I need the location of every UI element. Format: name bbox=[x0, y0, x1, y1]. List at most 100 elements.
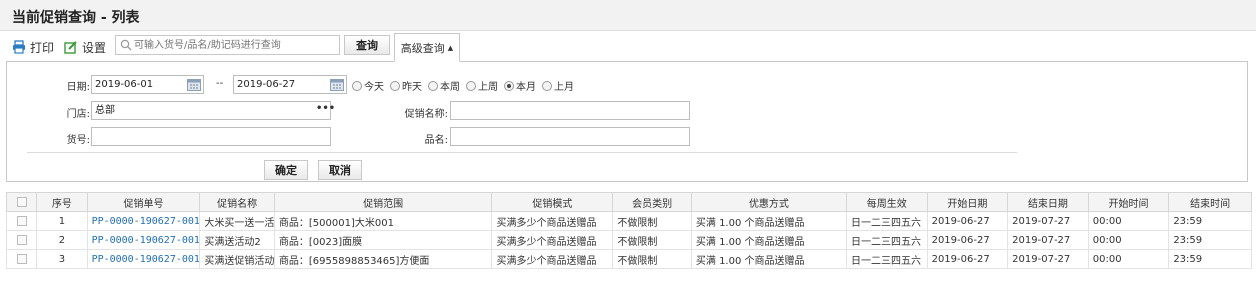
radio-this-month[interactable]: 本月 bbox=[504, 78, 536, 93]
sku-label: 货号: bbox=[66, 135, 90, 146]
table-cell: 日一二三四五六 bbox=[846, 249, 928, 269]
radio-label: 本周 bbox=[440, 82, 460, 93]
table-row[interactable]: 2 PP-0000-190627-0011 买满送活动2 商品：[0023]面膜… bbox=[5, 230, 1252, 250]
column-header[interactable]: 促销范围 bbox=[273, 192, 493, 212]
print-button[interactable]: 打印 bbox=[12, 38, 54, 56]
table-cell: 商品：[500001]大米001 bbox=[273, 211, 493, 231]
table-cell: 大米买一送一活动 bbox=[199, 211, 275, 231]
table-cell: 1 bbox=[36, 211, 88, 231]
search-button[interactable]: 查询 bbox=[344, 35, 390, 55]
radio-yesterday[interactable]: 昨天 bbox=[390, 78, 422, 93]
table-cell: 00:00 bbox=[1087, 249, 1170, 269]
table-cell: 商品：[0023]面膜 bbox=[273, 230, 493, 250]
table-cell: 买满 1.00 个商品送赠品 bbox=[690, 211, 848, 231]
radio-dot bbox=[352, 80, 362, 91]
calendar-icon[interactable] bbox=[330, 78, 344, 91]
edit-icon bbox=[64, 41, 77, 54]
advanced-search-label: 高级查询 bbox=[400, 41, 445, 55]
date-label: 日期: bbox=[66, 82, 90, 93]
date-to-value: 2019-06-27 bbox=[237, 79, 296, 90]
row-checkbox[interactable] bbox=[16, 253, 27, 264]
select-all-checkbox[interactable] bbox=[16, 196, 27, 207]
table-cell: 买满 1.00 个商品送赠品 bbox=[690, 249, 848, 269]
radio-dot bbox=[466, 80, 476, 91]
confirm-button[interactable]: 确定 bbox=[264, 160, 308, 180]
column-header[interactable]: 促销单号 bbox=[86, 192, 201, 212]
page-title: 当前促销查询 - 列表 bbox=[12, 10, 140, 26]
column-header[interactable]: 序号 bbox=[36, 192, 88, 212]
table-cell: 买满送活动2 bbox=[199, 230, 275, 250]
table-cell: 23:59 bbox=[1168, 230, 1252, 250]
select-all-header[interactable] bbox=[5, 192, 38, 212]
column-header[interactable]: 促销名称 bbox=[199, 192, 275, 212]
settings-label: 设置 bbox=[82, 40, 107, 55]
printer-icon bbox=[13, 40, 25, 54]
table-cell: 2019-07-27 bbox=[1007, 249, 1089, 269]
promo-id-link[interactable]: PP-0000-190627-0010 bbox=[86, 249, 201, 269]
row-checkbox-cell[interactable] bbox=[5, 211, 38, 231]
radio-label: 今天 bbox=[364, 82, 384, 93]
caret-up-icon: ▲ bbox=[447, 43, 454, 52]
radio-last-week[interactable]: 上周 bbox=[466, 78, 498, 93]
promo-name-field[interactable] bbox=[450, 101, 690, 120]
column-header[interactable]: 促销模式 bbox=[491, 192, 614, 212]
column-header[interactable]: 开始日期 bbox=[926, 192, 1009, 212]
table-cell: 3 bbox=[36, 249, 88, 269]
row-checkbox-cell[interactable] bbox=[5, 230, 38, 250]
date-separator: -- bbox=[216, 78, 224, 89]
table-cell: 2 bbox=[36, 230, 88, 250]
radio-this-week[interactable]: 本周 bbox=[428, 78, 460, 93]
store-value: 总部 bbox=[95, 105, 115, 116]
table-cell: 不做限制 bbox=[612, 211, 692, 231]
advanced-search-tab[interactable]: 高级查询 ▲ bbox=[394, 33, 460, 62]
cancel-button[interactable]: 取消 bbox=[318, 160, 362, 180]
table-cell: 日一二三四五六 bbox=[846, 211, 928, 231]
radio-label: 本月 bbox=[516, 82, 536, 93]
column-header[interactable]: 会员类别 bbox=[612, 192, 692, 212]
table-row[interactable]: 1 PP-0000-190627-0012 大米买一送一活动 商品：[50000… bbox=[5, 211, 1252, 231]
calendar-icon[interactable] bbox=[187, 78, 201, 91]
table-cell: 商品：[6955898853465]方便面 bbox=[273, 249, 493, 269]
column-header[interactable]: 结束时间 bbox=[1168, 192, 1252, 212]
row-checkbox-cell[interactable] bbox=[5, 249, 38, 269]
table-cell: 2019-06-27 bbox=[926, 230, 1009, 250]
promo-id-link[interactable]: PP-0000-190627-0012 bbox=[86, 211, 201, 231]
search-icon bbox=[120, 39, 132, 51]
radio-label: 昨天 bbox=[402, 82, 422, 93]
table-cell: 买满多少个商品送赠品 bbox=[491, 211, 614, 231]
store-field[interactable]: 总部 bbox=[91, 101, 331, 120]
table-cell: 买满 1.00 个商品送赠品 bbox=[690, 230, 848, 250]
product-name-field[interactable] bbox=[450, 127, 690, 146]
table-cell: 日一二三四五六 bbox=[846, 230, 928, 250]
radio-dot bbox=[390, 80, 400, 91]
table-cell: 2019-07-27 bbox=[1007, 211, 1089, 231]
radio-dot bbox=[428, 80, 438, 91]
date-range-radio-group: 今天 昨天 本周 上周 本月 上月 bbox=[352, 78, 574, 93]
print-label: 打印 bbox=[30, 40, 55, 55]
table-cell: 买满送促销活动 bbox=[199, 249, 275, 269]
promotions-table: 序号 促销单号 促销名称 促销范围 促销模式 会员类别 优惠方式 每周生效 开始… bbox=[5, 192, 1252, 269]
title-bar: 当前促销查询 - 列表 bbox=[0, 0, 1256, 31]
table-cell: 不做限制 bbox=[612, 249, 692, 269]
column-header[interactable]: 开始时间 bbox=[1087, 192, 1170, 212]
radio-dot bbox=[542, 80, 552, 91]
table-cell: 不做限制 bbox=[612, 230, 692, 250]
radio-label: 上月 bbox=[554, 82, 574, 93]
column-header[interactable]: 每周生效 bbox=[846, 192, 928, 212]
table-row[interactable]: 3 PP-0000-190627-0010 买满送促销活动 商品：[695589… bbox=[5, 249, 1252, 269]
promo-id-link[interactable]: PP-0000-190627-0011 bbox=[86, 230, 201, 250]
settings-button[interactable]: 设置 bbox=[64, 38, 106, 56]
radio-today[interactable]: 今天 bbox=[352, 78, 384, 93]
radio-last-month[interactable]: 上月 bbox=[542, 78, 574, 93]
table-cell: 2019-06-27 bbox=[926, 249, 1009, 269]
radio-label: 上周 bbox=[478, 82, 498, 93]
search-input[interactable] bbox=[134, 36, 334, 54]
sku-field[interactable] bbox=[91, 127, 331, 146]
column-header[interactable]: 结束日期 bbox=[1007, 192, 1089, 212]
search-box bbox=[115, 35, 340, 55]
row-checkbox[interactable] bbox=[16, 215, 27, 226]
column-header[interactable]: 优惠方式 bbox=[690, 192, 848, 212]
row-checkbox[interactable] bbox=[16, 234, 27, 245]
radio-dot-checked bbox=[504, 80, 514, 91]
more-icon[interactable]: ••• bbox=[316, 103, 335, 114]
